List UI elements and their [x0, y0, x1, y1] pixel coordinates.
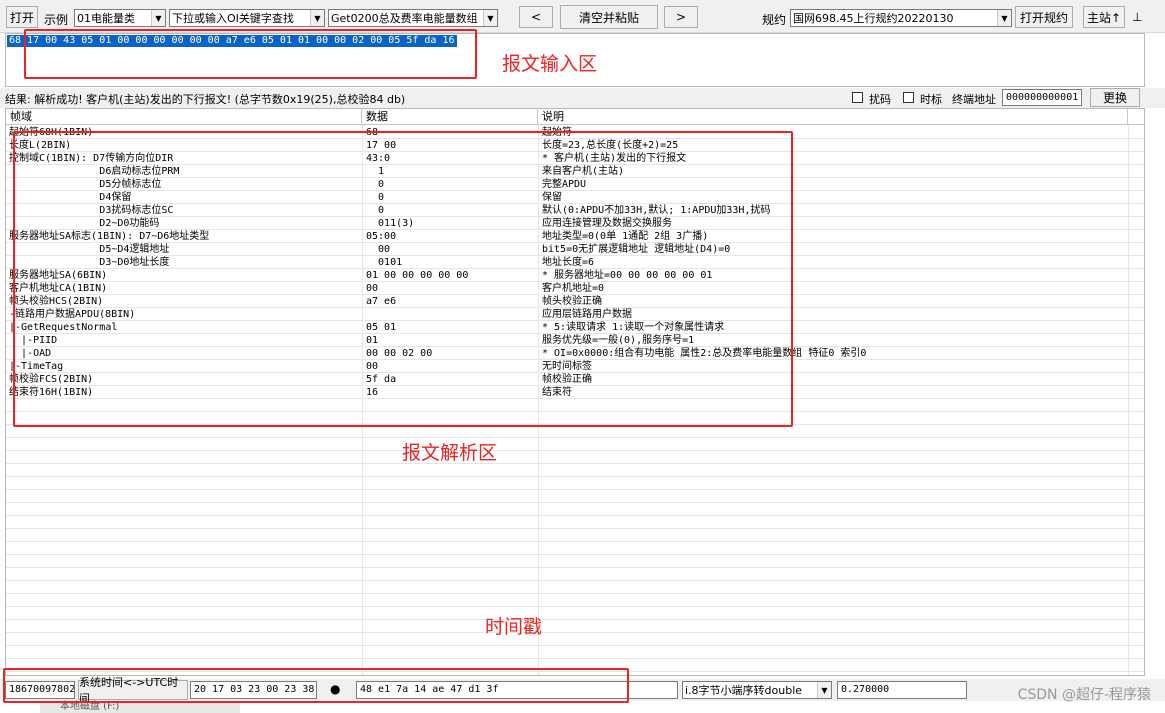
open-button[interactable]: 打开: [6, 6, 38, 28]
column-header-description[interactable]: 说明: [538, 109, 1128, 125]
convert-mode-select[interactable]: i.8字节小端序转double ▼: [682, 681, 832, 699]
example-label: 示例: [44, 13, 69, 27]
example-select[interactable]: 01电能量类 ▼: [74, 9, 166, 27]
timestamp-checkbox[interactable]: [903, 92, 914, 103]
terminal-address-input[interactable]: 000000000001: [1002, 89, 1082, 106]
protocol-value: 国网698.45上行规约20220130: [793, 12, 954, 25]
next-button[interactable]: >: [664, 6, 698, 28]
terminal-address-label: 终端地址: [952, 93, 996, 106]
replace-button[interactable]: 更换: [1090, 88, 1140, 107]
pin-icon[interactable]: ⊥: [1132, 10, 1142, 24]
timestamp-highlight: [3, 668, 629, 703]
example-select-value: 01电能量类: [77, 12, 135, 25]
oi-search-value: 下拉或输入OI关键字查找: [172, 12, 294, 25]
grid-line: [6, 619, 1144, 620]
scramble-label: 扰码: [869, 93, 891, 106]
grid-line: [6, 593, 1144, 594]
column-header-frame-field[interactable]: 帧域: [6, 109, 362, 125]
clear-paste-button[interactable]: 清空并粘贴: [560, 5, 658, 29]
grid-line: [6, 489, 1144, 490]
chevron-down-icon: ▼: [483, 10, 497, 26]
grid-line: [6, 528, 1144, 529]
chevron-down-icon: ▼: [310, 10, 324, 26]
parse-area-highlight: [13, 131, 793, 427]
grid-line: [6, 437, 1144, 438]
grid-line: [6, 502, 1144, 503]
input-area-annotation: 报文输入区: [502, 53, 598, 75]
chevron-down-icon: ▼: [997, 10, 1011, 26]
grid-line: [6, 463, 1144, 464]
grid-line: [6, 541, 1144, 542]
timestamp-annotation: 时间戳: [485, 616, 543, 638]
grid-line: [6, 450, 1144, 451]
oi-search-combo[interactable]: 下拉或输入OI关键字查找 ▼: [169, 9, 325, 27]
grid-line: [6, 476, 1144, 477]
grid-line: [6, 580, 1144, 581]
status-bar: 结果: 解析成功! 客户机(主站)发出的下行报文! (总字节数0x19(25),…: [0, 88, 1165, 108]
grid-line: [6, 567, 1144, 568]
grid-line: [6, 554, 1144, 555]
input-area-highlight: [24, 29, 477, 79]
grid-line: [6, 645, 1144, 646]
chevron-down-icon: ▼: [151, 10, 165, 26]
prev-button[interactable]: <: [519, 6, 553, 28]
chevron-down-icon: ▼: [817, 682, 831, 698]
scramble-checkbox[interactable]: [852, 92, 863, 103]
master-direction-button[interactable]: 主站↑: [1083, 6, 1125, 28]
grid-line: [6, 515, 1144, 516]
column-header-data[interactable]: 数据: [362, 109, 538, 125]
convert-mode-value: i.8字节小端序转double: [685, 684, 803, 697]
watermark: CSDN @超仔-程序猿: [1017, 687, 1151, 703]
timestamp-label: 时标: [920, 93, 942, 106]
parse-result-text: 结果: 解析成功! 客户机(主站)发出的下行报文! (总字节数0x19(25),…: [5, 93, 406, 106]
parse-area-annotation: 报文解析区: [402, 442, 498, 464]
convert-result-field[interactable]: 0.270000: [837, 681, 967, 699]
get-request-select[interactable]: Get0200总及费率电能量数组 ▼: [328, 9, 498, 27]
grid-line: [6, 632, 1144, 633]
protocol-label: 规约: [762, 13, 787, 27]
grid-line: [6, 658, 1144, 659]
get-request-value: Get0200总及费率电能量数组: [331, 12, 478, 25]
open-protocol-button[interactable]: 打开规约: [1015, 6, 1073, 28]
grid-line: [6, 606, 1144, 607]
grid-header: 帧域 数据 说明: [6, 109, 1144, 125]
protocol-select[interactable]: 国网698.45上行规约20220130 ▼: [790, 9, 1012, 27]
